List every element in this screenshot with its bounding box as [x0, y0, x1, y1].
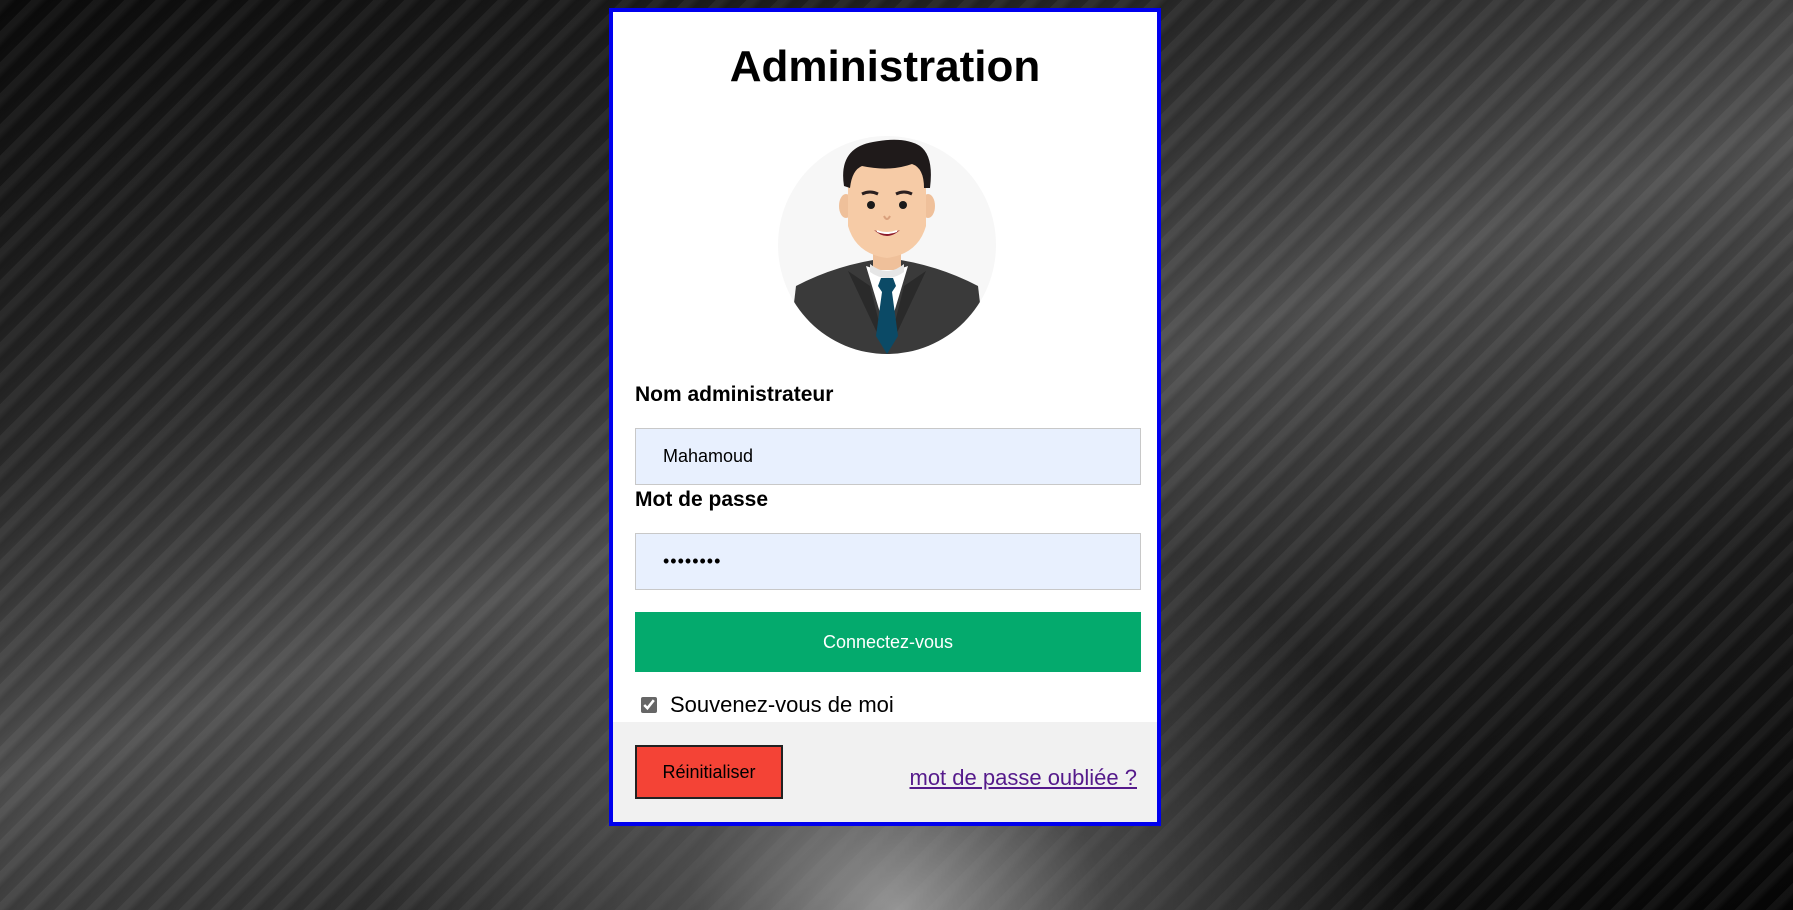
password-input[interactable]: [635, 533, 1141, 590]
login-button[interactable]: Connectez-vous: [635, 612, 1141, 672]
password-label: Mot de passe: [635, 488, 769, 511]
remember-me-checkbox[interactable]: [641, 697, 657, 713]
admin-avatar-icon: [778, 136, 996, 354]
card-footer: Réinitialiser mot de passe oubliée ?: [613, 722, 1157, 822]
remember-me-label: Souvenez-vous de moi: [670, 692, 894, 717]
username-label: Nom administrateur: [635, 383, 834, 406]
login-card: Administration Nom administrateur Mahamo…: [609, 8, 1161, 826]
reset-button[interactable]: Réinitialiser: [635, 745, 783, 799]
page-title: Administration: [729, 42, 1041, 91]
remember-me: Souvenez-vous de moi: [641, 692, 894, 718]
username-input[interactable]: [635, 428, 1141, 485]
forgot-password-link[interactable]: mot de passe oubliée ?: [910, 765, 1138, 791]
